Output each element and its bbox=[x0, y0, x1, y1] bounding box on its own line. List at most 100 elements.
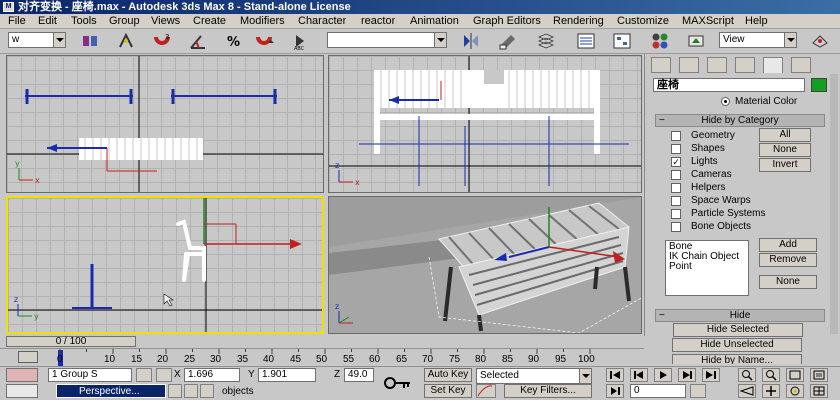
hide-by-name-button[interactable]: Hide by Name... bbox=[672, 354, 802, 364]
menu-modifiers[interactable]: Modifiers bbox=[240, 15, 285, 28]
zoom-extents-icon[interactable] bbox=[786, 368, 804, 382]
named-selection-dropdown[interactable] bbox=[327, 32, 447, 48]
viewport-top[interactable]: y x bbox=[6, 55, 324, 193]
spinner-snap-icon[interactable] bbox=[254, 31, 274, 51]
y-coord-field[interactable]: 1.901 bbox=[258, 368, 316, 382]
maximize-viewport-icon[interactable] bbox=[810, 384, 828, 398]
zoom-icon[interactable] bbox=[738, 368, 756, 382]
remove-button[interactable]: Remove bbox=[759, 253, 817, 267]
hide-rollout[interactable]: − Hide bbox=[655, 309, 825, 322]
select-and-link-icon[interactable] bbox=[80, 31, 100, 51]
coord-system-dropdown[interactable]: View bbox=[719, 32, 797, 48]
track-bar[interactable]: 0 10 15 20 25 30 35 40 45 50 55 60 65 70… bbox=[0, 348, 644, 366]
utilities-tab-icon[interactable] bbox=[791, 57, 811, 73]
quick-render-icon[interactable] bbox=[810, 31, 830, 51]
zoom-all-icon[interactable] bbox=[762, 368, 780, 382]
go-to-end-icon[interactable] bbox=[702, 368, 720, 382]
menu-help[interactable]: Help bbox=[745, 15, 768, 28]
current-frame-field[interactable]: 0 bbox=[630, 384, 686, 398]
curve-editor-icon[interactable] bbox=[576, 31, 596, 51]
play-icon[interactable] bbox=[654, 368, 672, 382]
category-geometry[interactable]: Geometry bbox=[671, 130, 735, 142]
menu-file[interactable]: File bbox=[8, 15, 26, 28]
angle-snap-icon[interactable] bbox=[188, 31, 208, 51]
menu-customize[interactable]: Customize bbox=[617, 15, 669, 28]
bind-space-warp-icon[interactable] bbox=[116, 31, 136, 51]
none-list-button[interactable]: None bbox=[759, 275, 817, 289]
app-icon[interactable]: M bbox=[3, 2, 14, 12]
menu-graph-editors[interactable]: Graph Editors bbox=[473, 15, 541, 28]
category-lights[interactable]: ✓ Lights bbox=[671, 156, 718, 168]
category-shapes[interactable]: Shapes bbox=[671, 143, 725, 155]
maximize-icon[interactable] bbox=[184, 384, 198, 398]
layer-manager-icon[interactable] bbox=[536, 31, 556, 51]
invert-button[interactable]: Invert bbox=[759, 158, 811, 172]
set-key-button[interactable]: Set Key bbox=[424, 384, 472, 398]
material-editor-icon[interactable] bbox=[650, 31, 670, 51]
percent-snap-icon[interactable]: % bbox=[224, 31, 244, 51]
material-color-radio[interactable]: Material Color bbox=[721, 96, 797, 108]
set-key-icon[interactable] bbox=[382, 373, 412, 393]
category-listbox[interactable]: Bone IK Chain Object Point bbox=[665, 240, 749, 296]
list-item[interactable]: Point bbox=[669, 262, 745, 272]
menu-animation[interactable]: Animation bbox=[410, 15, 459, 28]
hierarchy-tab-icon[interactable] bbox=[707, 57, 727, 73]
command-panel-scrollbar[interactable] bbox=[830, 74, 838, 334]
arc-rotate-icon[interactable] bbox=[786, 384, 804, 398]
absolute-mode-icon[interactable] bbox=[156, 368, 172, 382]
mirror-icon[interactable] bbox=[461, 31, 481, 51]
lock-selection-icon[interactable] bbox=[136, 368, 152, 382]
category-helpers[interactable]: Helpers bbox=[671, 182, 725, 194]
object-color-swatch[interactable] bbox=[811, 78, 827, 92]
viewport-left[interactable]: z y bbox=[6, 196, 324, 334]
z-coord-field[interactable]: 49.0 bbox=[344, 368, 374, 382]
menu-maxscript[interactable]: MAXScript bbox=[682, 15, 734, 28]
add-button[interactable]: Add bbox=[759, 238, 817, 252]
key-mode-dropdown[interactable]: Selected bbox=[476, 368, 592, 384]
hide-by-category-rollout[interactable]: − Hide by Category bbox=[655, 114, 825, 127]
none-button[interactable]: None bbox=[759, 143, 811, 157]
viewport-front[interactable]: z x bbox=[328, 55, 642, 193]
previous-frame-icon[interactable] bbox=[630, 368, 648, 382]
viewport-perspective[interactable]: z bbox=[328, 196, 642, 334]
motion-tab-icon[interactable] bbox=[735, 57, 755, 73]
restore-icon[interactable] bbox=[168, 384, 182, 398]
magnet-snap-icon[interactable]: 3 bbox=[152, 31, 172, 51]
default-tangent-icon[interactable] bbox=[476, 384, 496, 398]
display-tab-icon[interactable] bbox=[763, 57, 783, 73]
menu-create[interactable]: Create bbox=[193, 15, 226, 28]
key-mode-toggle-icon[interactable] bbox=[606, 384, 624, 398]
field-of-view-icon[interactable] bbox=[738, 384, 756, 398]
time-config-icon[interactable] bbox=[690, 384, 706, 398]
modify-tab-icon[interactable] bbox=[679, 57, 699, 73]
next-frame-icon[interactable] bbox=[678, 368, 696, 382]
menu-edit[interactable]: Edit bbox=[38, 15, 57, 28]
create-tab-icon[interactable] bbox=[651, 57, 671, 73]
selection-filter-dropdown[interactable]: w bbox=[8, 32, 66, 48]
menu-group[interactable]: Group bbox=[109, 15, 140, 28]
time-slider-thumb[interactable]: 0 / 100 bbox=[6, 336, 136, 347]
taskbar-perspective[interactable]: Perspective... bbox=[56, 384, 166, 398]
hide-selected-button[interactable]: Hide Selected bbox=[673, 323, 803, 337]
category-particle-systems[interactable]: Particle Systems bbox=[671, 208, 765, 220]
pan-icon[interactable] bbox=[762, 384, 780, 398]
align-icon[interactable] bbox=[497, 31, 517, 51]
maxscript-listener-box[interactable] bbox=[6, 368, 38, 382]
x-coord-field[interactable]: 1.696 bbox=[184, 368, 240, 382]
key-filters-button[interactable]: Key Filters... bbox=[504, 384, 592, 398]
edit-named-selection-icon[interactable]: ABC bbox=[292, 31, 312, 52]
time-slider[interactable]: 0 / 100 bbox=[0, 336, 644, 348]
object-name-field[interactable]: 座椅 bbox=[653, 78, 805, 92]
category-bone-objects[interactable]: Bone Objects bbox=[671, 221, 751, 233]
menu-tools[interactable]: Tools bbox=[71, 15, 97, 28]
menu-views[interactable]: Views bbox=[151, 15, 180, 28]
menu-character[interactable]: Character bbox=[298, 15, 346, 28]
mini-curve-editor-icon[interactable] bbox=[18, 351, 38, 363]
render-setup-icon[interactable] bbox=[686, 31, 706, 51]
close-icon[interactable] bbox=[200, 384, 214, 398]
maxscript-output-box[interactable] bbox=[6, 384, 38, 398]
hide-unselected-button[interactable]: Hide Unselected bbox=[672, 338, 802, 352]
auto-key-button[interactable]: Auto Key bbox=[424, 368, 472, 382]
schematic-view-icon[interactable] bbox=[612, 31, 632, 51]
category-space-warps[interactable]: Space Warps bbox=[671, 195, 751, 207]
